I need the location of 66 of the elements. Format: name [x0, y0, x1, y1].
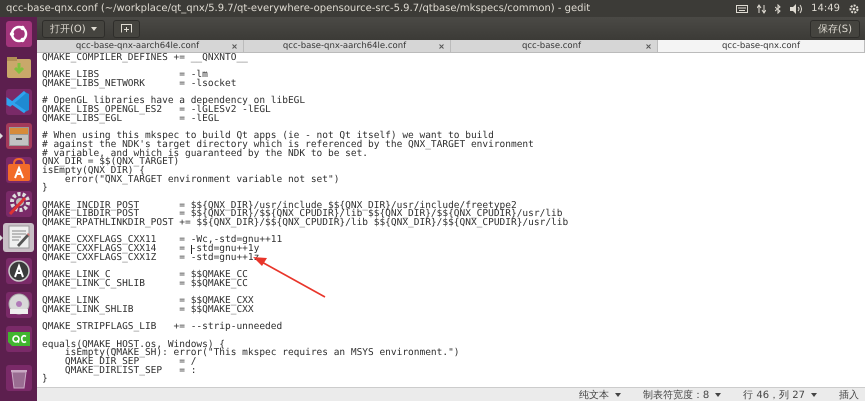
- code-line: QMAKE_LINK_SHLIB = $$QMAKE_CXX: [42, 306, 254, 315]
- qc-logo-icon: [4, 324, 32, 353]
- code-line: equals(QMAKE_HOST.os, Windows) {: [42, 340, 226, 350]
- clock[interactable]: 14:49: [811, 3, 840, 14]
- launcher-item[interactable]: [3, 20, 34, 49]
- status-menu[interactable]: 制表符宽度：8: [642, 388, 710, 401]
- code-line: QMAKE_CXXFLAGS_CXX11 = -Wc,-std=gnu++11: [42, 236, 282, 246]
- file-cabinet-icon: [4, 122, 32, 150]
- new-tab-icon: [120, 24, 132, 33]
- code-line: isEmpty(QNX_DIR) {: [42, 166, 145, 176]
- close-icon[interactable]: [232, 44, 237, 48]
- code-line: QNX_DIR = $$(QNX_TARGET): [42, 158, 180, 167]
- new-tab-button[interactable]: [112, 20, 140, 38]
- close-icon[interactable]: [646, 44, 651, 48]
- caret-icon[interactable]: [614, 392, 621, 396]
- status-text: 插入: [839, 388, 859, 401]
- close-icon[interactable]: [439, 44, 444, 48]
- bluetooth-icon[interactable]: [775, 4, 782, 14]
- launcher-item[interactable]: [3, 363, 34, 392]
- code-line: QMAKE_DIRLIST_SEP = :: [64, 366, 196, 376]
- code-line: QMAKE_STRIPFLAGS_LIB += --strip-unneeded: [42, 323, 282, 332]
- save-button[interactable]: 保存(S): [810, 20, 860, 38]
- code-line: }: [42, 375, 48, 384]
- volume-icon[interactable]: [790, 4, 802, 14]
- launcher-item[interactable]: [3, 222, 34, 252]
- gear-wrench-icon: [4, 190, 32, 218]
- tab[interactable]: qcc-base-qnx.conf: [658, 40, 865, 52]
- code-line: isEmpty(QMAKE_SH): error("This mkspec requires an MSYS environment."): [64, 349, 460, 358]
- open-button[interactable]: 打开(O): [42, 20, 105, 38]
- code-line: QMAKE_LINK_C_SHLIB = $$QMAKE_CC: [42, 280, 248, 289]
- launcher-item[interactable]: [3, 324, 34, 354]
- code-line: QMAKE_DIR_SEP = /: [64, 358, 196, 367]
- code-line: error("QNX_TARGET environment variable not set"): [64, 176, 340, 184]
- code-line: QMAKE_LINK_C = $$QMAKE_CC: [42, 271, 248, 280]
- launcher-item[interactable]: [3, 155, 34, 184]
- status-menu[interactable]: 纯文本: [578, 388, 609, 401]
- caret-icon: [90, 26, 97, 30]
- tab[interactable]: qcc-base-qnx-aarch64le.conf: [37, 40, 244, 52]
- code-line: QMAKE_LIBS_OPENGL_ES2 = -lGLESv2 -lEGL: [42, 106, 271, 115]
- keyboard-icon[interactable]: [736, 4, 748, 12]
- settings-icon[interactable]: [849, 4, 859, 14]
- shopping-bag-icon: [4, 156, 32, 184]
- code-line: # When using this mkspec to build Qt apps (ie - not Qt itself) we want to build: [42, 132, 494, 141]
- code-line: QMAKE_CXXFLAGS_CXX1Z = -std=gnu++1z: [42, 254, 260, 262]
- launcher-item[interactable]: [3, 189, 34, 218]
- code-line: QMAKE_INCDIR_POST = $${QNX_DIR}/usr/include $${QNX_DIR}/usr/include/freetype2: [42, 202, 517, 210]
- code-line: # against the NDK's target directory which is referenced by the QNX_TARGET environment: [42, 140, 534, 150]
- launcher-item[interactable]: [3, 256, 34, 286]
- code-line: QMAKE_COMPILER_DEFINES += __QNXNTO__: [42, 54, 248, 63]
- launcher-item[interactable]: [3, 290, 34, 320]
- status-menu[interactable]: 行 46，列 27: [743, 388, 805, 401]
- network-icon[interactable]: [757, 4, 766, 14]
- code-line: QMAKE_LINK = $$QMAKE_CXX: [42, 297, 254, 306]
- code-line: QMAKE_RPATHLINKDIR_POST += $${QNX_DIR}/$${QNX_CPUDIR}/lib $${QNX_DIR}/$${QNX_CPUDIR}/usr/lib: [42, 219, 568, 228]
- caret-icon[interactable]: [811, 392, 817, 396]
- window-title: qcc-base-qnx.conf (~/workplace/qt_qnx/5.9.7/qt-everywhere-opensource-src-5.9.7/qtbase/mkspecs/common) - gedit: [6, 3, 592, 14]
- code-editor-icon: [4, 88, 32, 116]
- tab[interactable]: qcc-base-qnx-aarch64le.conf: [244, 40, 451, 52]
- code-line: QMAKE_LIBS_EGL = -lEGL: [42, 114, 220, 124]
- caret-icon[interactable]: [715, 392, 722, 396]
- ubuntu-logo-icon: [4, 20, 32, 48]
- code-line: QMAKE_LIBS_NETWORK = -lsocket: [42, 80, 236, 89]
- code-line: QMAKE_CXXFLAGS_CXX14 = -std=gnu++1y: [42, 245, 260, 254]
- launcher-item[interactable]: [3, 121, 34, 150]
- code-line: }: [42, 184, 48, 193]
- trash-icon: [4, 364, 32, 392]
